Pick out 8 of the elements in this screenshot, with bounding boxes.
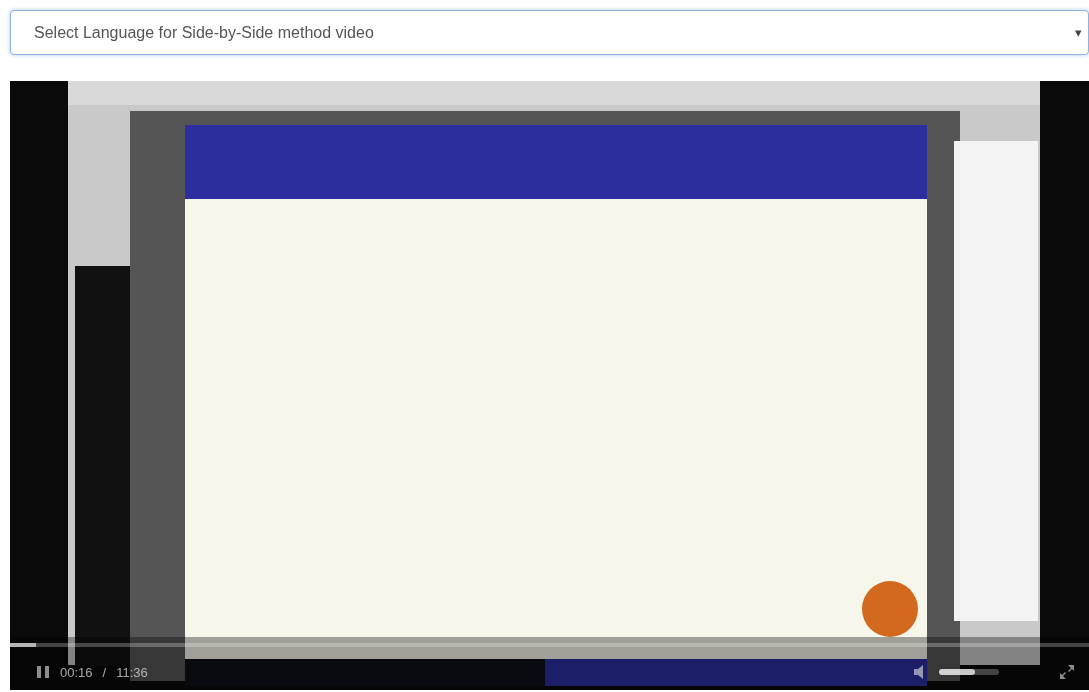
pause-icon[interactable] — [36, 665, 50, 679]
elapsed-time: 00:16 — [60, 664, 93, 680]
duration-time: 11:36 — [116, 664, 148, 680]
language-select[interactable]: Select Language for Side-by-Side method video ▾ — [10, 10, 1089, 55]
caret-icon: ▾ — [1075, 25, 1082, 40]
fullscreen-icon[interactable] — [1059, 664, 1075, 680]
volume-slider[interactable] — [939, 669, 999, 675]
time-separator: / — [102, 664, 107, 680]
